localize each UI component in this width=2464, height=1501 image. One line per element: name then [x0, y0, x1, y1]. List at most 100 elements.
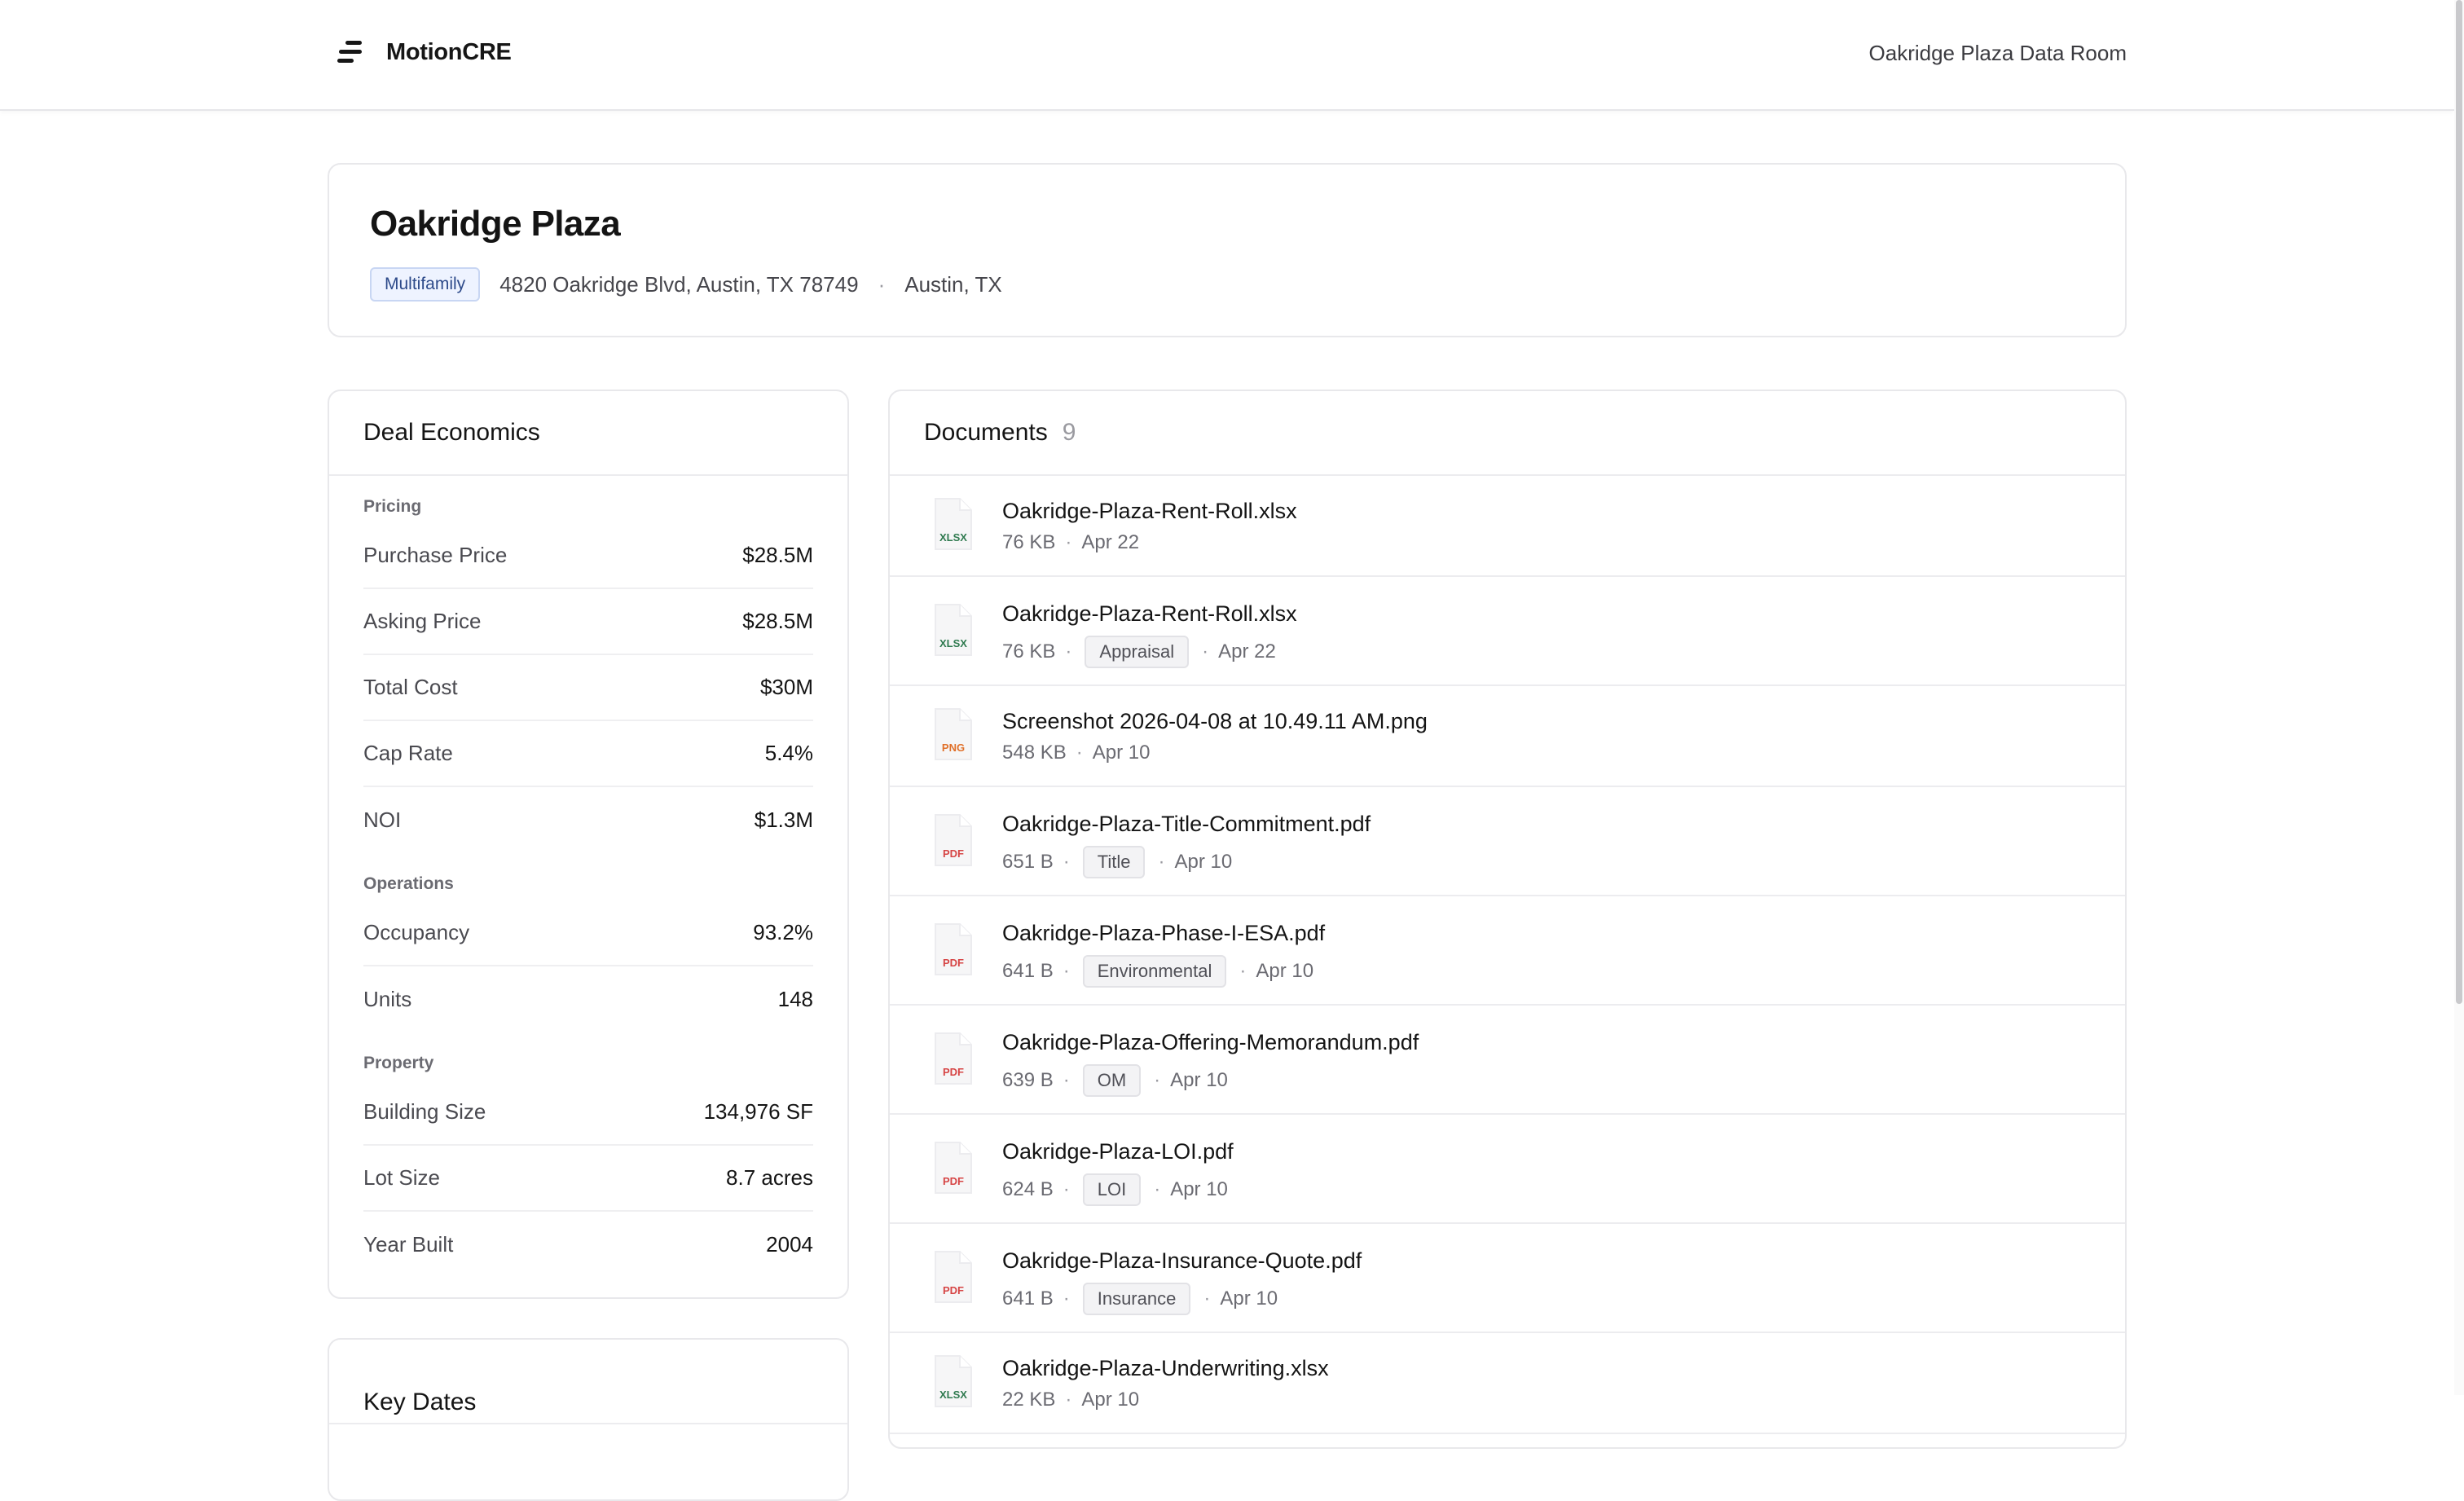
meta-separator: · [1063, 960, 1070, 982]
document-date: Apr 22 [1218, 640, 1276, 662]
file-extension-label: XLSX [939, 637, 967, 649]
document-row[interactable]: PDF Oakridge-Plaza-Title-Commitment.pdf 65… [890, 787, 2125, 896]
pdf-file-icon: PDF [935, 814, 972, 866]
document-name[interactable]: Screenshot 2026-04-08 at 10.49.11 AM.png [1002, 709, 1428, 734]
brand-name: MotionCRE [386, 38, 512, 65]
deal-economics-card: Deal Economics Pricing Purchase Price $28.… [328, 390, 849, 1299]
document-size: 641 B [1002, 1288, 1054, 1310]
meta-separator: · [1202, 640, 1209, 662]
economics-row: Total Cost $30M [363, 655, 813, 721]
economics-value: $28.5M [742, 609, 813, 633]
document-date: Apr 10 [1092, 742, 1151, 764]
document-name[interactable]: Oakridge-Plaza-Phase-I-ESA.pdf [1002, 921, 1325, 946]
economics-label: Building Size [363, 1099, 486, 1124]
economics-value: $1.3M [754, 808, 813, 832]
key-dates-card: Key Dates [328, 1338, 849, 1501]
meta-separator: · [1063, 1069, 1070, 1091]
documents-card: Documents 9 XLSX Oakridge-Plaza-Rent-Roll… [888, 390, 2127, 1449]
document-list: XLSX Oakridge-Plaza-Rent-Roll.xlsx 76 KB · A… [890, 476, 2125, 1434]
economics-value: 8.7 acres [726, 1165, 813, 1190]
meta-separator: · [1063, 1178, 1070, 1200]
economics-label: Lot Size [363, 1165, 440, 1190]
document-date: Apr 10 [1081, 1389, 1140, 1411]
key-dates-title: Key Dates [329, 1340, 847, 1424]
document-category-tag[interactable]: Appraisal [1085, 636, 1190, 668]
pdf-file-icon: PDF [935, 923, 972, 975]
document-row[interactable]: XLSX Oakridge-Plaza-Rent-Roll.xlsx 76 KB · A… [890, 577, 2125, 686]
pdf-file-icon: PDF [935, 1032, 972, 1085]
page-scrollbar[interactable] [2454, 0, 2464, 1395]
document-name[interactable]: Oakridge-Plaza-Rent-Roll.xlsx [1002, 499, 1297, 524]
document-name[interactable]: Oakridge-Plaza-Rent-Roll.xlsx [1002, 601, 1297, 627]
economics-value: $30M [759, 675, 813, 699]
document-category-tag[interactable]: Title [1082, 846, 1146, 878]
document-size: 76 KB [1002, 640, 1056, 662]
document-size: 22 KB [1002, 1389, 1056, 1411]
document-meta: 641 B · Insurance · Apr 10 [1002, 1283, 1278, 1315]
economics-row: Cap Rate 5.4% [363, 721, 813, 787]
xlsx-file-icon: XLSX [935, 498, 972, 550]
meta-separator: · [1154, 1178, 1161, 1200]
meta-separator: · [1065, 1389, 1072, 1411]
pdf-file-icon: PDF [935, 1142, 972, 1194]
motioncre-logo-icon [337, 41, 362, 63]
document-name[interactable]: Oakridge-Plaza-Offering-Memorandum.pdf [1002, 1030, 1419, 1055]
document-name[interactable]: Oakridge-Plaza-Insurance-Quote.pdf [1002, 1248, 1362, 1274]
document-meta: 22 KB · Apr 10 [1002, 1389, 1139, 1411]
economics-label: Total Cost [363, 675, 458, 699]
top-bar: MotionCRE Oakridge Plaza Data Room [0, 0, 2454, 111]
document-meta: 624 B · LOI · Apr 10 [1002, 1173, 1228, 1206]
meta-separator: · [1065, 640, 1072, 662]
document-row[interactable]: PDF Oakridge-Plaza-Phase-I-ESA.pdf 641 B · E… [890, 896, 2125, 1006]
document-name[interactable]: Oakridge-Plaza-Underwriting.xlsx [1002, 1356, 1329, 1381]
document-row[interactable]: PDF Oakridge-Plaza-LOI.pdf 624 B · LOI · Apr 1… [890, 1115, 2125, 1224]
economics-row: Occupancy 93.2% [363, 900, 813, 966]
documents-count: 9 [1062, 419, 1076, 446]
document-size: 641 B [1002, 960, 1054, 982]
economics-label: Units [363, 987, 412, 1011]
document-name[interactable]: Oakridge-Plaza-LOI.pdf [1002, 1139, 1234, 1164]
document-category-tag[interactable]: Insurance [1082, 1283, 1191, 1315]
xlsx-file-icon: XLSX [935, 604, 972, 656]
economics-row: NOI $1.3M [363, 787, 813, 853]
economics-value: $28.5M [742, 543, 813, 567]
document-category-tag[interactable]: LOI [1082, 1173, 1142, 1206]
document-category-tag[interactable]: OM [1082, 1064, 1142, 1097]
economics-label: Year Built [363, 1232, 454, 1257]
economics-label: NOI [363, 808, 402, 832]
document-date: Apr 10 [1170, 1069, 1228, 1091]
economics-label: Asking Price [363, 609, 482, 633]
pdf-file-icon: PDF [935, 1251, 972, 1303]
document-row[interactable]: XLSX Oakridge-Plaza-Rent-Roll.xlsx 76 KB · A… [890, 476, 2125, 577]
economics-row: Year Built 2004 [363, 1212, 813, 1278]
section-label: Pricing [363, 497, 422, 516]
document-size: 651 B [1002, 851, 1054, 873]
brand[interactable]: MotionCRE [334, 36, 512, 68]
meta-separator: · [1063, 1288, 1070, 1310]
document-category-tag[interactable]: Environmental [1082, 955, 1227, 988]
meta-separator: · [878, 271, 886, 297]
document-name[interactable]: Oakridge-Plaza-Title-Commitment.pdf [1002, 812, 1371, 837]
document-row[interactable]: XLSX Oakridge-Plaza-Underwriting.xlsx 22 K… [890, 1333, 2125, 1434]
scrollbar-thumb[interactable] [2456, 0, 2462, 1004]
document-date: Apr 10 [1170, 1178, 1228, 1200]
document-meta: 76 KB · Appraisal · Apr 22 [1002, 636, 1276, 668]
document-row[interactable]: PDF Oakridge-Plaza-Offering-Memorandum.pd… [890, 1006, 2125, 1115]
economics-label: Cap Rate [363, 741, 453, 765]
document-date: Apr 22 [1081, 531, 1140, 553]
file-extension-label: PDF [943, 1175, 964, 1187]
economics-row: Purchase Price $28.5M [363, 523, 813, 589]
economics-row: Lot Size 8.7 acres [363, 1146, 813, 1212]
economics-value: 93.2% [753, 920, 813, 944]
property-header-card: Oakridge Plaza Multifamily 4820 Oakridge… [328, 163, 2127, 337]
file-extension-label: XLSX [939, 531, 967, 544]
meta-separator: · [1158, 851, 1165, 873]
meta-separator: · [1203, 1288, 1211, 1310]
documents-header: Documents 9 [890, 391, 2125, 476]
document-row[interactable]: PNG Screenshot 2026-04-08 at 10.49.11 AM.… [890, 686, 2125, 787]
property-city: Austin, TX [904, 271, 1002, 297]
document-row[interactable]: PDF Oakridge-Plaza-Insurance-Quote.pdf 641… [890, 1224, 2125, 1333]
document-size: 548 KB [1002, 742, 1067, 764]
property-type-badge: Multifamily [370, 267, 481, 302]
meta-separator: · [1076, 742, 1083, 764]
